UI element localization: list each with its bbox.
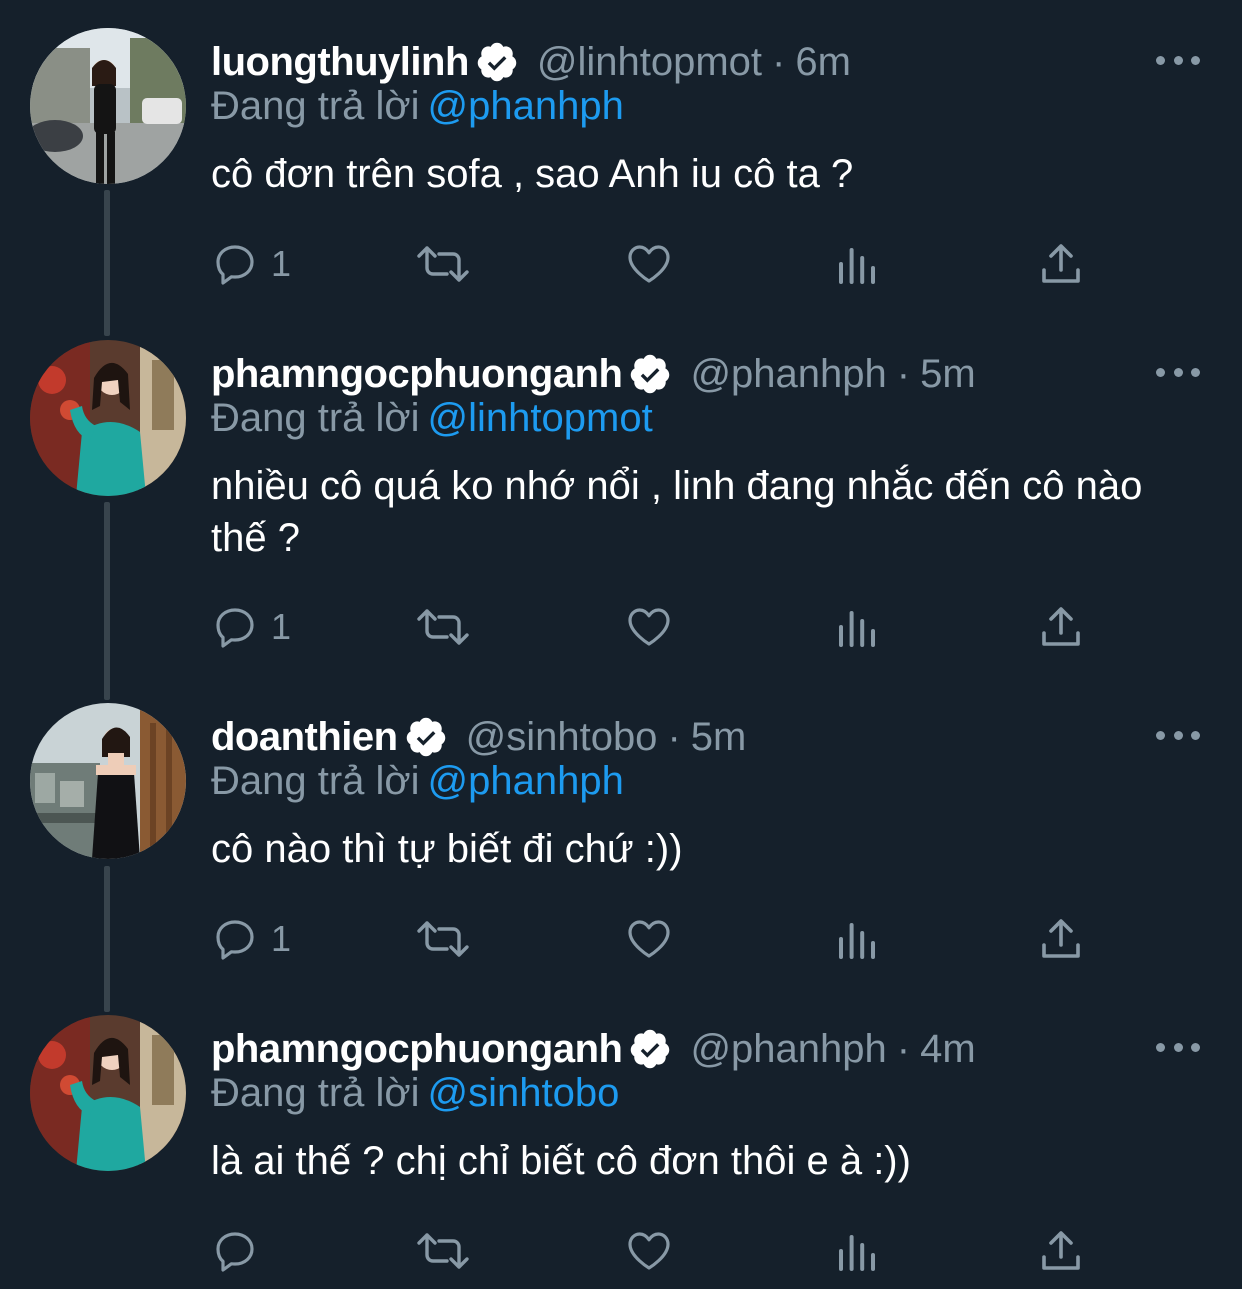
timestamp[interactable]: 5m	[691, 715, 747, 760]
like-button[interactable]	[625, 1221, 673, 1281]
retweet-icon	[417, 921, 469, 957]
analytics-icon	[839, 923, 875, 959]
tweet[interactable]: luongthuylinh @linhtopmot · 6m Đang trả …	[0, 28, 1242, 328]
replying-to: Đang trả lời @phanhph	[211, 759, 624, 804]
mention-link[interactable]: @sinhtobo	[428, 1071, 620, 1115]
retweet-icon	[417, 1233, 469, 1269]
reply-icon	[216, 1232, 254, 1272]
retweet-icon	[417, 609, 469, 645]
avatar[interactable]	[30, 340, 186, 496]
analytics-button[interactable]	[833, 234, 881, 294]
avatar[interactable]	[30, 28, 186, 184]
tweet-actions: 1	[211, 909, 1091, 969]
more-icon[interactable]	[1156, 360, 1200, 384]
reply-icon	[216, 920, 254, 960]
timestamp[interactable]: 4m	[920, 1027, 976, 1072]
replying-to: Đang trả lời @phanhph	[211, 84, 624, 129]
replying-label: Đang trả lời	[211, 84, 420, 128]
reply-count: 1	[271, 243, 292, 284]
analytics-button[interactable]	[833, 909, 881, 969]
reply-icon	[216, 245, 254, 285]
display-name[interactable]: doanthien	[211, 715, 398, 760]
avatar[interactable]	[30, 1015, 186, 1171]
like-button[interactable]	[625, 234, 673, 294]
tweet-text: nhiều cô quá ko nhớ nổi , linh đang nhắc…	[211, 464, 1143, 560]
analytics-icon	[839, 1235, 875, 1271]
more-icon[interactable]	[1156, 48, 1200, 72]
share-button[interactable]	[1037, 597, 1085, 657]
like-icon	[628, 920, 670, 958]
tweet-header: doanthien @sinhtobo · 5m	[211, 711, 746, 763]
retweet-button[interactable]	[415, 1221, 471, 1281]
verified-icon	[631, 1029, 670, 1069]
replying-label: Đang trả lời	[211, 1071, 420, 1115]
tweet-header: phamngocphuonganh @phanhph · 5m	[211, 348, 976, 400]
share-icon	[1042, 607, 1080, 646]
tweet[interactable]: phamngocphuonganh @phanhph · 4m Đang trả…	[0, 1015, 1242, 1289]
tweet-actions: 1	[211, 597, 1091, 657]
share-button[interactable]	[1037, 234, 1085, 294]
retweet-button[interactable]	[415, 909, 471, 969]
separator: ·	[896, 1026, 911, 1071]
tweet-actions: 1	[211, 234, 1091, 294]
handle[interactable]: @phanhph	[690, 1027, 886, 1072]
display-name[interactable]: luongthuylinh	[211, 40, 469, 85]
replying-to: Đang trả lời @sinhtobo	[211, 1071, 619, 1116]
handle[interactable]: @phanhph	[690, 352, 886, 397]
tweet-text: cô nào thì tự biết đi chứ :))	[211, 827, 683, 871]
verified-icon	[477, 42, 517, 82]
share-icon	[1042, 919, 1080, 958]
replying-label: Đang trả lời	[211, 759, 420, 803]
mention-link[interactable]: @phanhph	[428, 759, 624, 803]
timestamp[interactable]: 6m	[795, 40, 851, 85]
retweet-button[interactable]	[415, 597, 471, 657]
retweet-button[interactable]	[415, 234, 471, 294]
tweet[interactable]: phamngocphuonganh @phanhph · 5m Đang trả…	[0, 340, 1242, 690]
reply-button[interactable]	[211, 1221, 271, 1281]
handle[interactable]: @sinhtobo	[466, 715, 658, 760]
separator: ·	[896, 351, 911, 396]
reply-button[interactable]: 1	[211, 597, 291, 657]
share-icon	[1042, 244, 1080, 283]
like-icon	[628, 1232, 670, 1270]
reply-button[interactable]: 1	[211, 234, 291, 294]
mention-link[interactable]: @phanhph	[428, 84, 624, 128]
like-icon	[628, 245, 670, 283]
tweet-text: cô đơn trên sofa , sao Anh iu cô ta ?	[211, 152, 854, 196]
reply-count: 1	[271, 918, 292, 959]
share-button[interactable]	[1037, 1221, 1085, 1281]
reply-icon	[216, 608, 254, 648]
like-button[interactable]	[625, 597, 673, 657]
more-icon[interactable]	[1156, 723, 1200, 747]
analytics-icon	[839, 248, 875, 284]
analytics-button[interactable]	[833, 1221, 881, 1281]
separator: ·	[667, 714, 681, 759]
share-icon	[1042, 1231, 1080, 1270]
replying-label: Đang trả lời	[211, 396, 420, 440]
like-button[interactable]	[625, 909, 673, 969]
mention-link[interactable]: @linhtopmot	[428, 396, 653, 440]
analytics-button[interactable]	[833, 597, 881, 657]
analytics-icon	[839, 611, 875, 647]
display-name[interactable]: phamngocphuonganh	[211, 1027, 623, 1072]
timestamp[interactable]: 5m	[920, 352, 976, 397]
tweet-header: luongthuylinh @linhtopmot · 6m	[211, 36, 851, 88]
reply-count: 1	[271, 606, 292, 647]
verified-icon	[406, 717, 445, 757]
avatar[interactable]	[30, 703, 186, 859]
more-icon[interactable]	[1156, 1035, 1200, 1059]
tweet[interactable]: doanthien @sinhtobo · 5m Đang trả lời @ph…	[0, 703, 1242, 1003]
retweet-icon	[417, 246, 469, 282]
reply-button[interactable]: 1	[211, 909, 291, 969]
separator: ·	[772, 39, 786, 84]
verified-icon	[631, 354, 670, 394]
replying-to: Đang trả lời @linhtopmot	[211, 396, 653, 441]
tweet-text: là ai thế ? chị chỉ biết cô đơn thôi e à…	[211, 1139, 911, 1183]
tweet-actions	[211, 1221, 1091, 1281]
handle[interactable]: @linhtopmot	[537, 40, 762, 85]
display-name[interactable]: phamngocphuonganh	[211, 352, 623, 397]
share-button[interactable]	[1037, 909, 1085, 969]
tweet-header: phamngocphuonganh @phanhph · 4m	[211, 1023, 976, 1075]
like-icon	[628, 608, 670, 646]
